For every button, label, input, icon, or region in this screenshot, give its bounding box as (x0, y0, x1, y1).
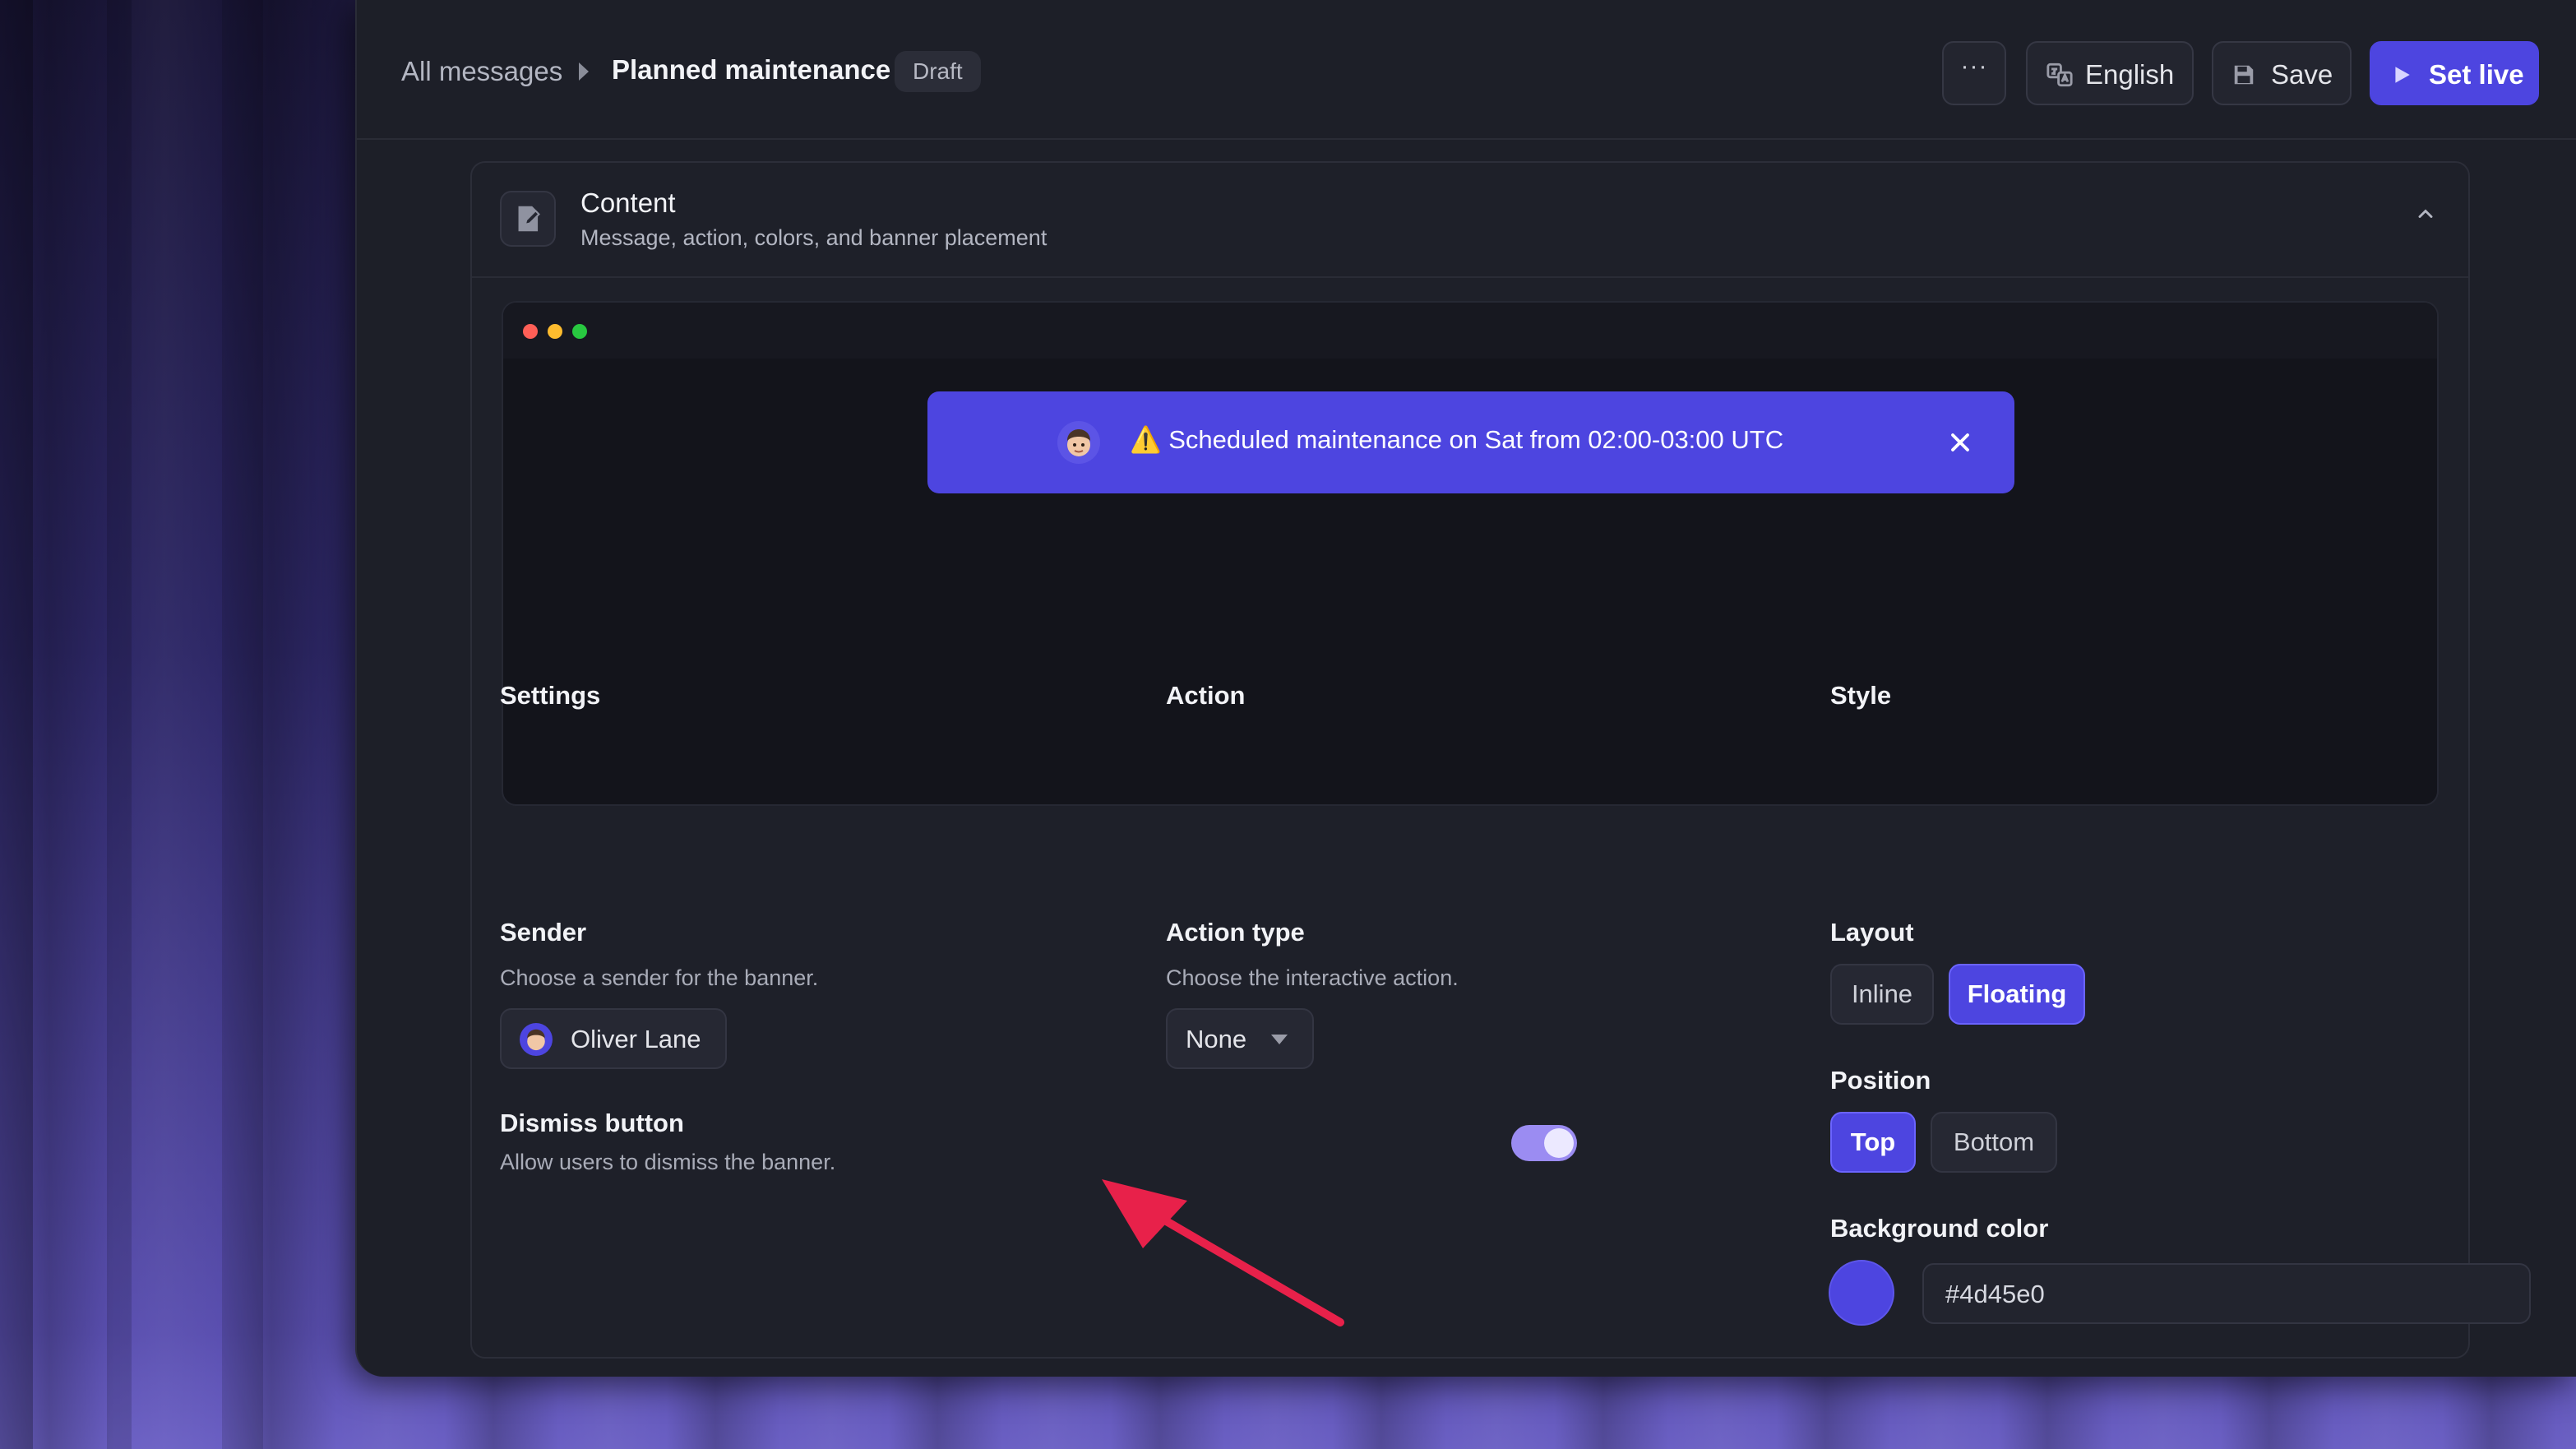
status-badge: Draft (895, 51, 981, 92)
language-label: English (2085, 59, 2175, 90)
action-type-label: Action type (1166, 918, 1305, 947)
floppy-disk-icon (2234, 65, 2254, 85)
sender-label: Sender (500, 918, 587, 947)
window-maximize-dot (572, 324, 587, 339)
sender-help: Choose a sender for the banner. (500, 965, 819, 990)
page-title: Planned maintenance (612, 54, 891, 85)
content-panel: Content Message, action, colors, and ban… (470, 161, 2470, 1359)
layout-label: Layout (1830, 918, 1914, 947)
curtain-fold (0, 0, 33, 1449)
annotation-arrow-icon (1102, 1179, 1344, 1326)
save-label: Save (2271, 59, 2333, 90)
top-bar: All messages Planned maintenance Draft ·… (357, 0, 2576, 140)
dismiss-button-help: Allow users to dismiss the banner. (500, 1150, 836, 1174)
more-icon: ··· (1960, 53, 1988, 80)
action-type-help: Choose the interactive action. (1166, 965, 1459, 990)
content-section-header[interactable]: Content Message, action, colors, and ban… (472, 163, 2468, 278)
save-button[interactable]: Save (2212, 41, 2352, 105)
dismiss-button-label: Dismiss button (500, 1109, 684, 1137)
background-color-value: #4d45e0 (1945, 1280, 2045, 1308)
set-live-label: Set live (2429, 59, 2524, 90)
style-heading: Style (1830, 681, 1892, 710)
background-color-label: Background color (1830, 1214, 2049, 1243)
more-options-button[interactable]: ··· (1942, 41, 2006, 105)
settings-heading: Settings (500, 681, 601, 710)
window-close-dot (523, 324, 538, 339)
preview-banner: ⚠️ Scheduled maintenance on Sat from 02:… (927, 391, 2014, 493)
background-color-input[interactable]: #4d45e0 (1922, 1263, 2531, 1324)
layout-inline-option[interactable]: Inline (1830, 964, 1934, 1025)
sender-select[interactable]: Oliver Lane (500, 1008, 727, 1069)
section-subtitle: Message, action, colors, and banner plac… (580, 225, 1048, 250)
position-label: Position (1830, 1066, 1931, 1095)
action-heading: Action (1166, 681, 1246, 710)
sender-avatar (1057, 421, 1100, 464)
curtain-fold (222, 0, 263, 1449)
background-color-swatch[interactable] (1829, 1260, 1894, 1326)
set-live-button[interactable]: Set live (2370, 41, 2539, 105)
language-button[interactable]: English (2026, 41, 2194, 105)
dismiss-button-toggle[interactable] (1511, 1125, 1577, 1161)
sender-name: Oliver Lane (571, 1025, 701, 1053)
chevron-up-icon[interactable] (2414, 202, 2437, 225)
chevron-down-icon (1271, 1035, 1288, 1044)
close-icon[interactable] (1945, 428, 1975, 457)
breadcrumb-separator-icon (579, 62, 589, 81)
position-top-option[interactable]: Top (1830, 1112, 1916, 1173)
action-type-select[interactable]: None (1166, 1008, 1314, 1069)
banner-message: ⚠️ Scheduled maintenance on Sat from 02:… (1130, 425, 1784, 454)
breadcrumb-all-messages[interactable]: All messages (401, 56, 562, 87)
window-minimize-dot (548, 324, 562, 339)
action-type-value: None (1186, 1025, 1247, 1053)
app-window: All messages Planned maintenance Draft ·… (355, 0, 2576, 1377)
toggle-knob (1544, 1128, 1574, 1158)
sender-select-avatar (520, 1023, 553, 1056)
banner-preview: ⚠️ Scheduled maintenance on Sat from 02:… (502, 301, 2439, 806)
position-bottom-option[interactable]: Bottom (1931, 1112, 2057, 1173)
preview-window-bar (503, 303, 2437, 359)
translate-icon (2046, 62, 2073, 87)
document-edit-icon (500, 191, 556, 247)
play-icon (2395, 67, 2410, 83)
section-title: Content (580, 187, 676, 218)
layout-floating-option[interactable]: Floating (1949, 964, 2085, 1025)
curtain-fold (107, 0, 132, 1449)
